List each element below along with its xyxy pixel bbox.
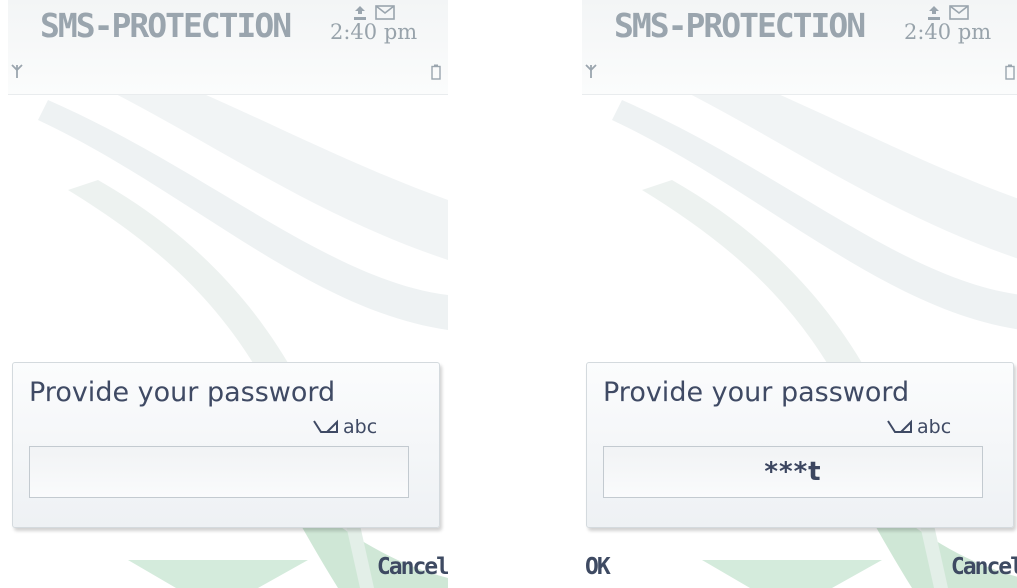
input-mode-label: abc <box>917 416 952 438</box>
cancel-softkey[interactable]: Cancel <box>377 554 448 580</box>
clock: 2:40 pm <box>904 20 992 44</box>
pen-input-icon <box>887 419 912 433</box>
signal-antenna-icon <box>11 64 23 78</box>
ok-softkey[interactable]: OK <box>585 554 611 580</box>
envelope-icon <box>375 5 395 20</box>
app-title: SMS-PROTECTION <box>40 6 292 45</box>
password-dialog: Provide your password abc ***t <box>586 362 1014 528</box>
signal-antenna-icon <box>585 64 597 78</box>
envelope-icon <box>949 5 969 20</box>
password-input[interactable]: ***t <box>603 446 983 498</box>
pen-input-icon <box>313 419 338 433</box>
phone-screen-empty-password: SMS-PROTECTION 2:40 pm Provide your pass… <box>8 0 448 588</box>
app-title: SMS-PROTECTION <box>614 6 866 45</box>
phone-screen-typed-password: SMS-PROTECTION 2:40 pm Provide your pass… <box>582 0 1017 588</box>
password-input[interactable] <box>29 446 409 498</box>
status-bar: SMS-PROTECTION 2:40 pm <box>8 0 448 95</box>
password-prompt: Provide your password <box>29 377 336 408</box>
input-mode-label: abc <box>343 416 378 438</box>
battery-icon <box>431 64 441 80</box>
password-prompt: Provide your password <box>603 377 910 408</box>
password-dialog: Provide your password abc <box>12 362 440 528</box>
status-bar: SMS-PROTECTION 2:40 pm <box>582 0 1017 95</box>
battery-icon <box>1005 64 1015 80</box>
clock: 2:40 pm <box>330 20 418 44</box>
cancel-softkey[interactable]: Cancel <box>951 554 1017 580</box>
